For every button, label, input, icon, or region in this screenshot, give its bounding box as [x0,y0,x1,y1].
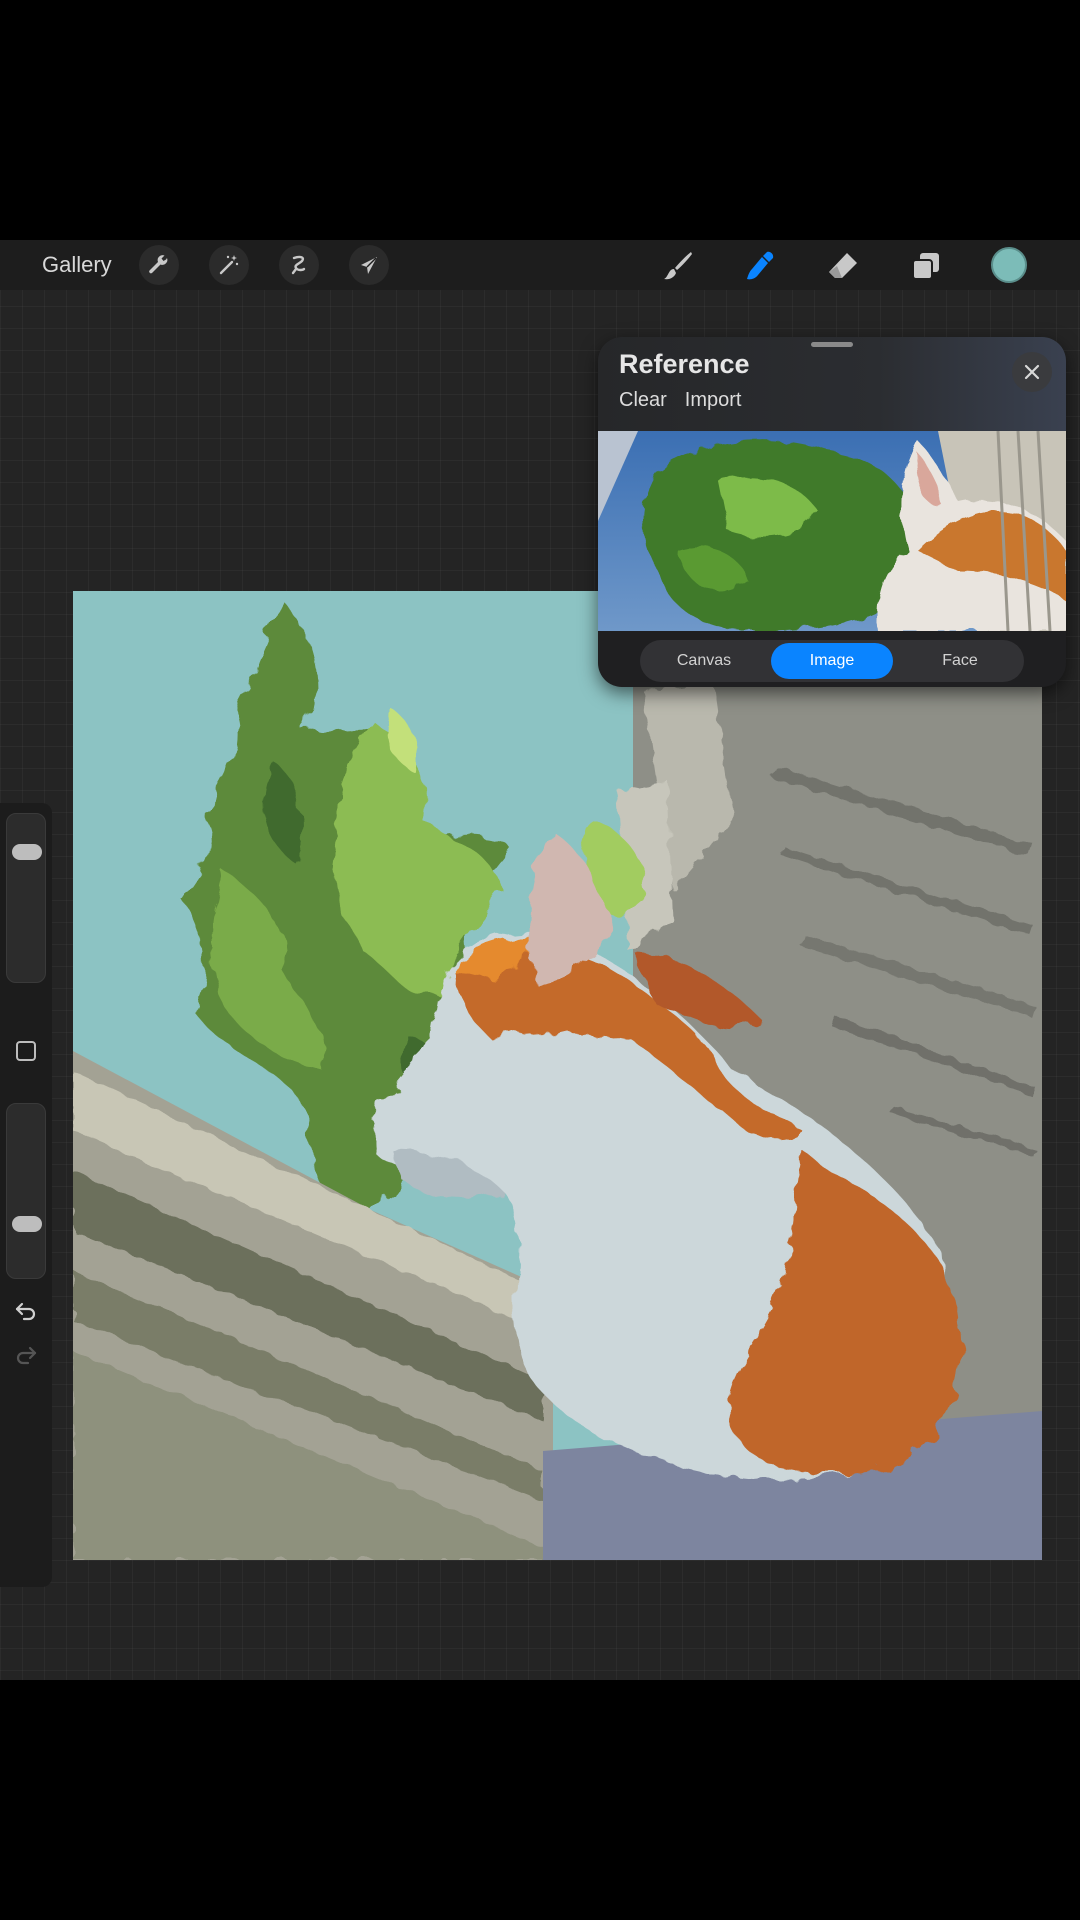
magic-wand-icon [219,255,239,275]
layers-icon [912,253,939,280]
panel-grabber[interactable] [811,342,853,347]
wrench-icon [149,255,168,274]
close-button[interactable] [1012,352,1052,392]
procreate-app: Gallery Reference Clear Import Canvas Im… [0,240,1080,1680]
brush-size-slider[interactable] [6,813,46,983]
import-button[interactable]: Import [685,389,742,412]
transform-button[interactable] [349,245,389,285]
square-icon [16,1041,36,1061]
color-picker-button[interactable] [991,247,1027,283]
paint-button[interactable] [659,247,697,285]
reference-image[interactable] [598,431,1066,631]
opacity-slider-thumb[interactable] [12,1216,42,1232]
drawing-canvas[interactable] [73,591,1042,1560]
eraser-icon [829,253,857,278]
reference-actions: Clear Import [619,389,741,412]
erase-button[interactable] [824,247,862,285]
arrow-cursor-icon [361,257,377,274]
tab-canvas[interactable]: Canvas [643,643,765,679]
adjustments-button[interactable] [209,245,249,285]
smudge-icon [747,251,774,280]
layers-button[interactable] [907,247,945,285]
size-slider-thumb[interactable] [12,844,42,860]
actions-button[interactable] [139,245,179,285]
smudge-button[interactable] [741,247,779,285]
selection-button[interactable] [279,245,319,285]
tab-face[interactable]: Face [899,643,1021,679]
top-toolbar: Gallery [0,240,1080,290]
opacity-slider[interactable] [6,1103,46,1279]
clear-button[interactable]: Clear [619,389,667,412]
undo-button[interactable] [12,1297,40,1325]
close-icon [1024,364,1040,380]
redo-icon [16,1346,37,1365]
cat-painting [73,591,1042,1560]
reference-photo [598,431,1066,631]
redo-button[interactable] [12,1341,40,1369]
reference-mode-tabs: Canvas Image Face [640,640,1024,682]
reference-title: Reference [619,349,750,379]
modify-button[interactable] [14,1039,38,1063]
left-sidebar [0,803,52,1587]
selection-icon [291,255,306,275]
gallery-button[interactable]: Gallery [42,250,112,280]
reference-panel[interactable]: Reference Clear Import Canvas Image Face [598,337,1066,687]
tab-image[interactable]: Image [771,643,893,679]
brush-icon [664,252,692,280]
undo-icon [15,1302,36,1321]
reference-header: Reference Clear Import [598,337,1066,431]
